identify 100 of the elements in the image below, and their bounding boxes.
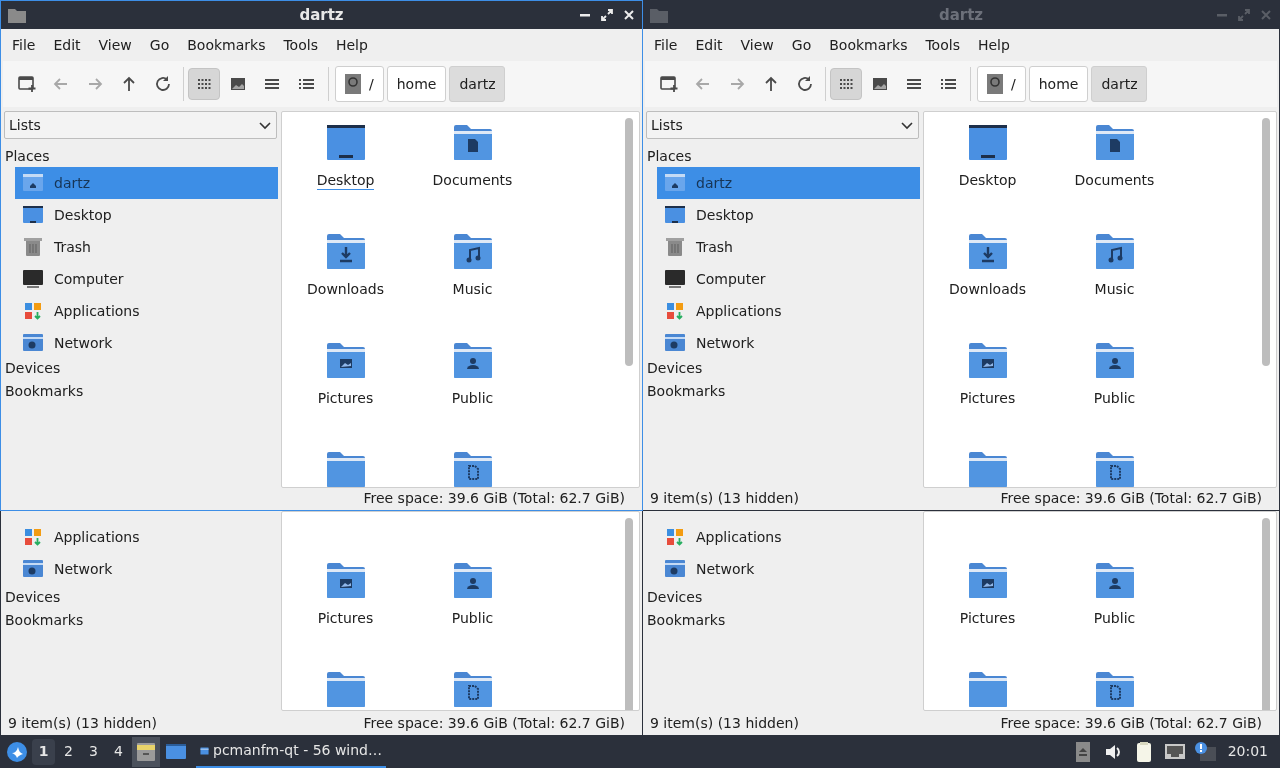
status-text: 9 item(s) (13 hidden) bbox=[650, 488, 799, 508]
menu-item[interactable]: Tools bbox=[274, 32, 327, 58]
place-item[interactable]: Applications bbox=[15, 295, 278, 327]
workspace-button[interactable]: 1 bbox=[32, 738, 55, 765]
place-item[interactable]: dartz bbox=[657, 167, 920, 199]
path-button[interactable]: home bbox=[1028, 66, 1089, 102]
task-button[interactable]: pcmanfm-qt - 56 wind… bbox=[196, 735, 386, 768]
clock: 20:01 bbox=[1226, 742, 1269, 761]
monitor-icon bbox=[21, 267, 45, 291]
menu-item[interactable]: Bookmarks bbox=[820, 32, 917, 58]
place-item[interactable]: Applications bbox=[657, 521, 920, 553]
file-name[interactable]: Documents bbox=[1074, 171, 1155, 189]
folder-icon bbox=[325, 671, 366, 708]
drive-icon bbox=[987, 74, 1003, 94]
section-header: Places bbox=[646, 147, 693, 165]
place-item[interactable]: Network bbox=[657, 553, 920, 585]
path-button[interactable]: dartz bbox=[1091, 66, 1148, 102]
section-header: Bookmarks bbox=[646, 611, 727, 630]
file-name[interactable]: Music bbox=[1094, 280, 1135, 298]
section-header: Places bbox=[4, 147, 51, 165]
file-name[interactable]: Public bbox=[451, 389, 494, 407]
menu-item[interactable]: Help bbox=[968, 32, 1019, 58]
scrollbar-thumb[interactable] bbox=[625, 118, 633, 366]
drive-icon bbox=[345, 74, 361, 94]
section-header: Bookmarks bbox=[4, 382, 85, 401]
menu-item[interactable]: Go bbox=[140, 32, 179, 58]
file-name[interactable]: Public bbox=[1093, 609, 1136, 627]
path-button[interactable]: home bbox=[386, 66, 447, 102]
person-folder-icon bbox=[452, 342, 493, 379]
music-folder-icon bbox=[452, 233, 493, 270]
place-item[interactable]: Applications bbox=[657, 295, 920, 327]
place-item[interactable]: Desktop bbox=[657, 199, 920, 231]
path-button[interactable]: dartz bbox=[449, 66, 506, 102]
workspace-button[interactable]: 4 bbox=[107, 738, 130, 765]
side-pane-dropdown[interactable]: Lists bbox=[646, 111, 919, 139]
menu-item[interactable]: Edit bbox=[44, 32, 90, 58]
file-name[interactable]: Documents bbox=[432, 171, 513, 189]
place-item[interactable]: Network bbox=[15, 553, 278, 585]
section-header: Devices bbox=[646, 588, 704, 607]
status-text: Free space: 39.6 GiB (Total: 62.7 GiB) bbox=[363, 488, 626, 508]
menu-item[interactable]: View bbox=[89, 32, 141, 58]
status-text: 9 item(s) (13 hidden) bbox=[650, 713, 799, 733]
side-pane-dropdown[interactable]: Lists bbox=[4, 111, 277, 139]
toolbar-button[interactable] bbox=[830, 68, 862, 100]
new-window-icon bbox=[658, 73, 680, 95]
file-name[interactable]: Downloads bbox=[307, 280, 384, 298]
toolbar-button[interactable] bbox=[188, 68, 220, 100]
folder-icon bbox=[325, 451, 366, 487]
menu-item[interactable]: Go bbox=[782, 32, 821, 58]
workspace-button[interactable]: 2 bbox=[57, 738, 80, 765]
place-item[interactable]: Computer bbox=[657, 263, 920, 295]
window-control-button[interactable] bbox=[622, 8, 636, 22]
close-icon bbox=[622, 8, 636, 22]
file-name[interactable]: Desktop bbox=[316, 171, 375, 190]
path-button[interactable]: / bbox=[335, 66, 384, 102]
place-item[interactable]: Trash bbox=[657, 231, 920, 263]
folder-icon bbox=[7, 6, 27, 24]
place-item[interactable]: Trash bbox=[15, 231, 278, 263]
place-item[interactable]: Computer bbox=[15, 263, 278, 295]
menu-item[interactable]: File bbox=[645, 32, 687, 58]
new-window-icon bbox=[16, 73, 38, 95]
file-name[interactable]: Pictures bbox=[317, 389, 374, 407]
status-text: Free space: 39.6 GiB (Total: 62.7 GiB) bbox=[1000, 488, 1263, 508]
documents-folder-icon bbox=[452, 124, 493, 161]
template-folder-icon bbox=[452, 451, 493, 487]
workspace-button[interactable]: 3 bbox=[82, 738, 105, 765]
folder-icon bbox=[967, 671, 1008, 708]
menu-item[interactable]: Bookmarks bbox=[178, 32, 275, 58]
menu-item[interactable]: File bbox=[3, 32, 45, 58]
file-name[interactable]: Pictures bbox=[959, 389, 1016, 407]
place-item[interactable]: Network bbox=[15, 327, 278, 359]
scrollbar-thumb[interactable] bbox=[1262, 518, 1270, 710]
file-name[interactable]: Desktop bbox=[958, 171, 1017, 189]
window-title: dartz bbox=[938, 4, 984, 26]
pictures-folder-icon bbox=[967, 562, 1008, 599]
scrollbar-thumb[interactable] bbox=[1262, 118, 1270, 366]
place-item[interactable]: Applications bbox=[15, 521, 278, 553]
trash-icon bbox=[663, 235, 687, 259]
menu-item[interactable]: View bbox=[731, 32, 783, 58]
menu-item[interactable]: Tools bbox=[916, 32, 969, 58]
maximize-icon bbox=[600, 8, 614, 22]
place-item[interactable]: Network bbox=[657, 327, 920, 359]
section-header: Bookmarks bbox=[4, 611, 85, 630]
scrollbar-thumb[interactable] bbox=[625, 518, 633, 710]
file-name[interactable]: Public bbox=[1093, 389, 1136, 407]
launcher-button[interactable] bbox=[132, 736, 160, 767]
place-item[interactable]: Desktop bbox=[15, 199, 278, 231]
file-name[interactable]: Pictures bbox=[317, 609, 374, 627]
menu-item[interactable]: Edit bbox=[686, 32, 732, 58]
section-header: Devices bbox=[4, 359, 62, 378]
file-name[interactable]: Pictures bbox=[959, 609, 1016, 627]
file-name[interactable]: Downloads bbox=[949, 280, 1026, 298]
path-button[interactable]: / bbox=[977, 66, 1026, 102]
section-header: Devices bbox=[4, 588, 62, 607]
file-name[interactable]: Public bbox=[451, 609, 494, 627]
desktop-folder-icon bbox=[967, 124, 1008, 161]
status-text: Free space: 39.6 GiB (Total: 62.7 GiB) bbox=[363, 713, 626, 733]
menu-item[interactable]: Help bbox=[326, 32, 377, 58]
file-name[interactable]: Music bbox=[452, 280, 493, 298]
place-item[interactable]: dartz bbox=[15, 167, 278, 199]
